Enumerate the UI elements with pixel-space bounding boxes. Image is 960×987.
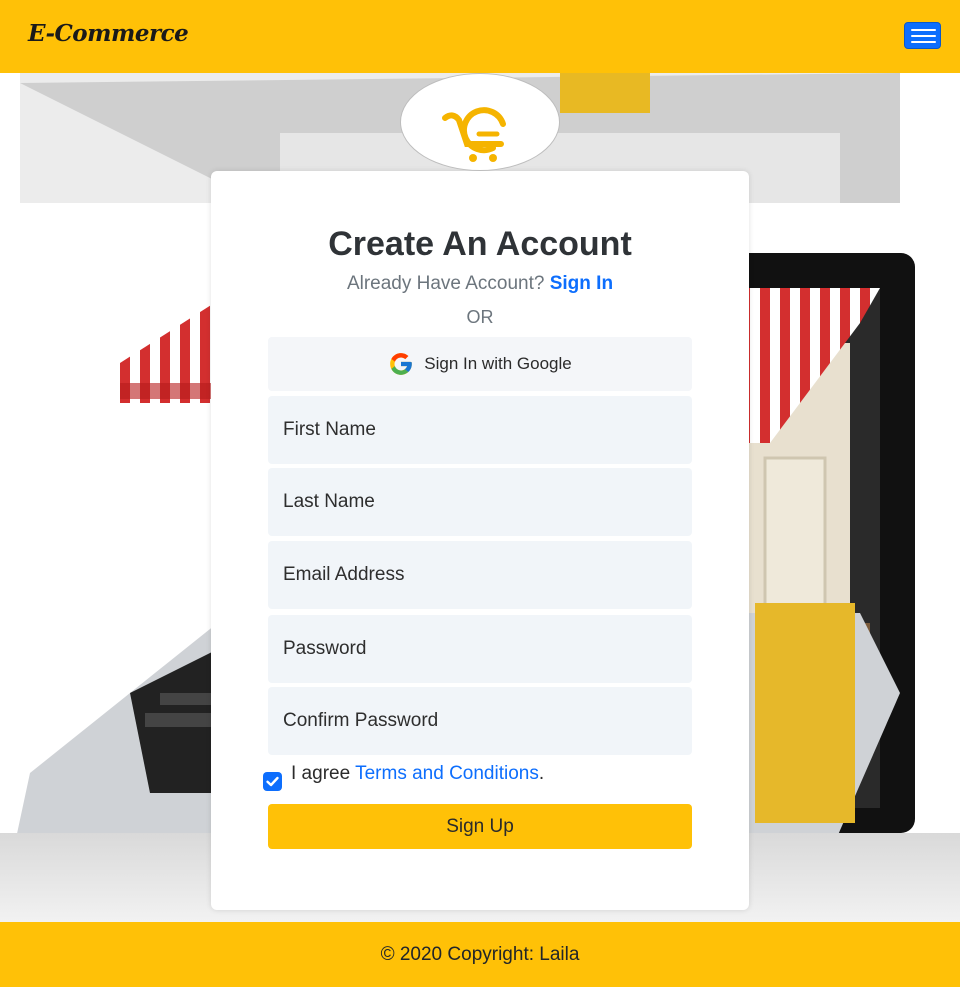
hamburger-menu-icon[interactable]: [904, 22, 941, 49]
agree-prefix: I agree: [291, 763, 356, 784]
last-name-field[interactable]: [268, 468, 692, 536]
footer: © 2020 Copyright: Laila: [0, 922, 960, 987]
terms-checkbox[interactable]: [263, 772, 282, 791]
terms-link[interactable]: Terms and Conditions: [355, 763, 539, 784]
sign-in-link[interactable]: Sign In: [550, 273, 613, 294]
navbar: E-Commerce: [0, 0, 960, 73]
terms-text: I agree Terms and Conditions.: [291, 763, 544, 785]
page-title: Create An Account: [328, 225, 632, 263]
check-icon: [266, 776, 279, 787]
signin-prompt: Already Have Account? Sign In: [211, 273, 749, 295]
logo-badge: [400, 73, 560, 171]
email-field[interactable]: [268, 541, 692, 609]
shopping-cart-logo-icon: [442, 107, 506, 162]
sign-up-button[interactable]: Sign Up: [268, 804, 692, 849]
agree-suffix: .: [538, 763, 545, 784]
signup-card: Create An Account Already Have Account? …: [211, 171, 749, 910]
brand-logo[interactable]: E-Commerce: [28, 20, 189, 47]
or-divider: OR: [466, 307, 494, 327]
password-field[interactable]: [268, 615, 692, 683]
google-icon: [390, 353, 413, 375]
confirm-password-field[interactable]: [268, 687, 692, 755]
already-account-text: Already Have Account?: [346, 273, 545, 294]
google-signin-button[interactable]: Sign In with Google: [268, 337, 692, 391]
first-name-field[interactable]: [268, 396, 692, 464]
terms-agreement: I agree Terms and Conditions.: [263, 763, 703, 791]
google-button-label: Sign In with Google: [424, 354, 572, 373]
copyright-text: © 2020 Copyright: Laila: [380, 944, 580, 965]
